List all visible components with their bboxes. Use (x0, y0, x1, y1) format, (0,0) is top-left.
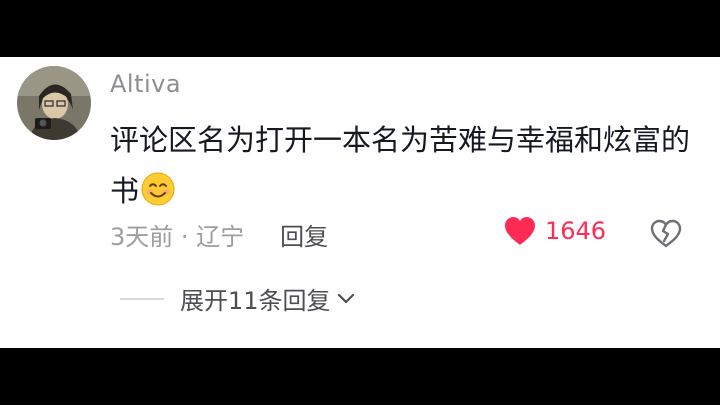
expand-replies-button[interactable]: 展开11条回复 (120, 281, 355, 316)
like-count: 1646 (545, 217, 607, 245)
divider (120, 297, 164, 300)
comment-text: 评论区名为打开一本名为苦难与幸福和炫富的书 (110, 115, 700, 217)
smiling-face-emoji-icon (141, 171, 175, 206)
chevron-down-icon[interactable] (337, 293, 355, 305)
timestamp-location: 3天前 · 辽宁 (110, 223, 245, 251)
comment-body: 评论区名为打开一本名为苦难与幸福和炫富的书 (110, 123, 691, 208)
like-button[interactable]: 1646 (503, 215, 606, 247)
expand-replies-label[interactable]: 展开11条回复 (180, 281, 331, 316)
reply-button[interactable]: 回复 (280, 217, 328, 252)
username[interactable]: Altiva (110, 70, 181, 98)
comment-meta: 3天前 · 辽宁 回复 (110, 217, 328, 252)
heart-icon[interactable] (503, 215, 537, 247)
comment-panel: Altiva 评论区名为打开一本名为苦难与幸福和炫富的书 3天前 · 辽宁 回复… (0, 57, 720, 348)
avatar[interactable] (17, 66, 91, 140)
broken-heart-icon[interactable] (650, 219, 682, 249)
